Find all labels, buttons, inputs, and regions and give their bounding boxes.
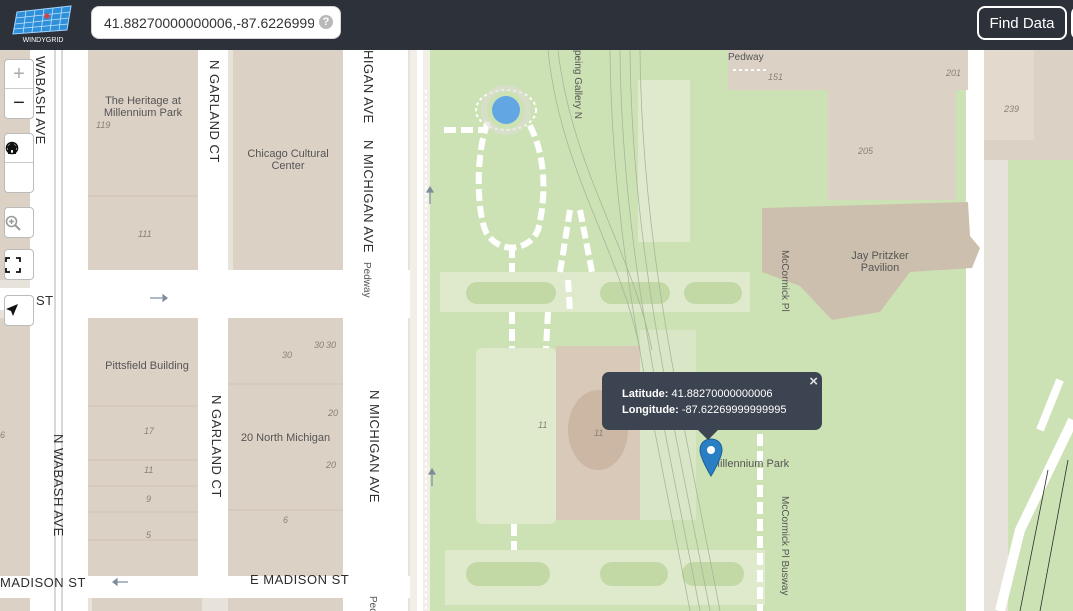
latitude-value: 41.88270000000006 [671, 388, 773, 400]
place-20-north-michigan: 20 North Michigan [240, 432, 331, 444]
street-garland-top: N GARLAND CT [207, 60, 222, 163]
street-ped-bottom: Ped [367, 596, 378, 611]
place-cultural-center: Chicago Cultural Center [247, 148, 329, 172]
target-icon [5, 141, 19, 155]
coordinate-search-input[interactable] [92, 7, 314, 38]
fullscreen-icon [5, 257, 21, 273]
street-wabash-top: WABASH AVE [33, 56, 48, 145]
street-pedway-side: Pedway [361, 262, 372, 298]
street-michigan-bottom: N MICHIGAN AVE [367, 390, 382, 503]
street-madison-right: E MADISON ST [250, 572, 350, 587]
address-number: 20 [326, 460, 337, 470]
zoom-box-control [4, 207, 34, 238]
magnifier-icon [5, 215, 21, 231]
popup-close-button[interactable]: × [809, 374, 818, 390]
map-base-layer [0, 50, 1073, 611]
home-locate-control [4, 133, 34, 193]
address-number: 6 [283, 515, 289, 525]
app-root: WINDYGRID ? Find Data [0, 0, 1073, 611]
zoom-in-button[interactable]: + [5, 60, 33, 89]
street-wabash-bottom: N WABASH AVE [51, 434, 66, 537]
street-michigan-top: HIGAN AVE [361, 50, 376, 124]
zoom-box-button[interactable] [5, 208, 33, 237]
navigate-button[interactable] [5, 296, 33, 325]
street-garland-bottom: N GARLAND CT [209, 395, 224, 498]
address-number: 201 [946, 68, 962, 78]
coordinate-search-box: ? [91, 6, 341, 39]
popup-latitude-row: Latitude: 41.88270000000006 [622, 386, 822, 402]
longitude-label: Longitude: [622, 404, 679, 416]
address-number: 20 [328, 408, 339, 418]
address-number: 205 [858, 146, 874, 156]
address-number: 5 [146, 530, 152, 540]
address-number: 151 [768, 72, 784, 82]
coordinate-popup: × Latitude: 41.88270000000006 Longitude:… [602, 372, 822, 440]
street-gallery: peing Gallery N [572, 50, 583, 119]
address-number: 30 [326, 340, 337, 350]
street-pedway-top: Pedway [728, 52, 764, 63]
address-number: 6 [0, 430, 6, 440]
place-pittsfield: Pittsfield Building [105, 360, 189, 372]
map-pin-icon [699, 438, 723, 477]
zoom-out-button[interactable]: − [5, 89, 33, 118]
address-number: 17 [144, 426, 155, 436]
fullscreen-control [4, 249, 34, 280]
address-number: 30 [314, 340, 325, 350]
navigation-arrow-icon [6, 304, 18, 316]
street-michigan-mid: N MICHIGAN AVE [361, 140, 376, 253]
popup-tip [698, 430, 718, 440]
popup-longitude-row: Longitude: -87.62269999999995 [622, 402, 822, 418]
address-number: 11 [144, 465, 154, 475]
latitude-label: Latitude: [622, 388, 669, 400]
address-number: 30 [282, 350, 293, 360]
zoom-control: + − [4, 59, 34, 119]
windygrid-logo[interactable]: WINDYGRID [9, 4, 77, 44]
logo-text: WINDYGRID [23, 37, 64, 44]
locate-button[interactable] [5, 141, 33, 192]
address-number: 9 [146, 494, 152, 504]
location-marker[interactable] [698, 438, 724, 478]
place-pritzker-pavilion: Jay Pritzker Pavilion [851, 250, 909, 274]
address-number: 111 [138, 229, 152, 239]
street-mccormick-top: McCormick Pl [779, 250, 790, 312]
street-madison-left: MADISON ST [0, 575, 86, 590]
street-washington: ST [36, 293, 54, 308]
fullscreen-button[interactable] [5, 250, 33, 279]
address-number: 11 [538, 420, 548, 430]
place-heritage: The Heritage at Millennium Park [103, 95, 183, 119]
longitude-value: -87.62269999999995 [681, 404, 787, 416]
street-mccormick-bottom: McCormick Pl Busway [779, 496, 790, 596]
navigate-control [4, 295, 34, 326]
address-number: 239 [1004, 104, 1020, 114]
address-number: 119 [96, 120, 111, 130]
help-icon[interactable]: ? [319, 15, 333, 29]
map-canvas[interactable]: WABASH AVE N WABASH AVE N GARLAND CT N G… [0, 50, 1073, 611]
address-number: 11 [594, 428, 604, 438]
find-data-button[interactable]: Find Data [977, 6, 1067, 40]
top-bar: WINDYGRID ? Find Data [0, 0, 1073, 50]
